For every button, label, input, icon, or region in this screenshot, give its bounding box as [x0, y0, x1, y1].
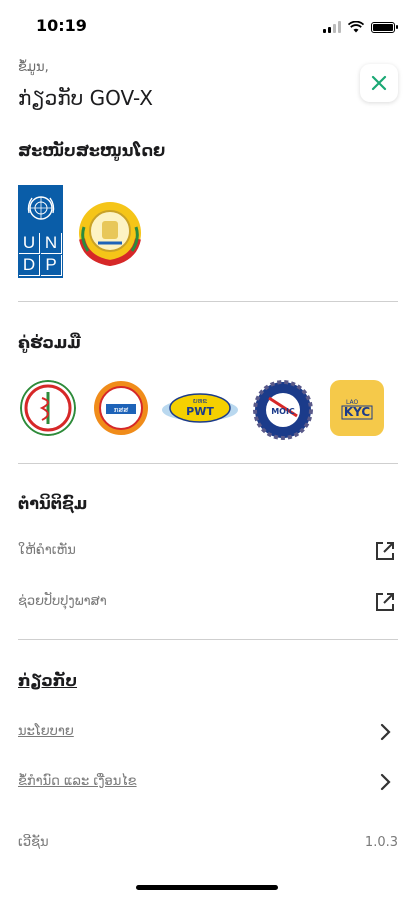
divider	[18, 301, 398, 302]
undp-logo: U N D P	[18, 185, 63, 278]
header-subtitle: ຂໍ້ມູນ,	[18, 60, 49, 75]
status-time: 10:19	[36, 16, 87, 35]
un-emblem-icon	[18, 185, 63, 231]
close-icon	[371, 75, 387, 91]
ministry-logo: ກສສ	[93, 380, 149, 436]
version-value: 1.0.3	[364, 835, 398, 850]
improve-language-row[interactable]: ຊ່ວຍປັບປຸງພາສາ	[18, 588, 398, 618]
undp-letter: P	[41, 255, 62, 276]
chevron-right-icon	[380, 723, 391, 741]
ministry-logo-text: ກສສ	[114, 406, 129, 414]
divider	[18, 639, 398, 640]
status-bar: 10:19	[0, 0, 415, 50]
external-link-icon	[376, 542, 394, 560]
status-icons	[323, 18, 398, 37]
version-label: ເວີຊັນ	[18, 835, 49, 850]
terms-row[interactable]: ຂໍ້ກຳນົດ ແລະ ເງື່ອນໄຂ	[18, 768, 398, 798]
feedback-heading: ຕຳນິຕິຊົມ	[18, 494, 88, 513]
lao-kyc-text: KYC	[344, 405, 371, 419]
feedback-comment-row[interactable]: ໃຫ້ຄຳເຫັນ	[18, 537, 398, 567]
signal-icon	[323, 18, 341, 37]
battery-icon	[371, 22, 398, 33]
government-emblem-logo	[76, 199, 144, 267]
moic-logo: MOIC	[253, 380, 313, 440]
sponsors-heading: ສະໜັບສະໜູນໂດຍ	[18, 141, 166, 160]
terms-label: ຂໍ້ກຳນົດ ແລະ ເງື່ອນໄຂ	[18, 774, 137, 789]
wifi-icon	[347, 18, 365, 37]
partners-heading: ຄູ່ຮ່ວມມື	[18, 333, 81, 352]
pwt-logo-text: PWT	[186, 405, 214, 418]
undp-letter: N	[41, 233, 62, 254]
version-row: ເວີຊັນ 1.0.3	[18, 829, 398, 859]
pwt-logo-top: ຍທຂ	[193, 397, 207, 405]
external-link-icon	[376, 593, 394, 611]
page-title: ກ່ຽວກັບ GOV-X	[18, 86, 153, 110]
moic-logo-text: MOIC	[271, 407, 295, 416]
improve-language-label: ຊ່ວຍປັບປຸງພາສາ	[18, 594, 107, 609]
close-button[interactable]	[360, 64, 398, 102]
pwt-logo: ຍທຂ PWT	[161, 388, 239, 428]
about-heading: ກ່ຽວກັບ	[18, 671, 78, 690]
feedback-comment-label: ໃຫ້ຄຳເຫັນ	[18, 543, 76, 558]
policy-row[interactable]: ນະໂຍບາຍ	[18, 718, 398, 748]
home-indicator	[136, 885, 278, 890]
ministry-of-health-logo	[20, 380, 76, 436]
undp-letter: D	[19, 255, 40, 276]
policy-label: ນະໂຍບາຍ	[18, 724, 74, 739]
divider	[18, 463, 398, 464]
chevron-right-icon	[380, 773, 391, 791]
lao-kyc-logo: LAO KYC	[330, 380, 384, 436]
undp-letter: U	[19, 233, 40, 254]
